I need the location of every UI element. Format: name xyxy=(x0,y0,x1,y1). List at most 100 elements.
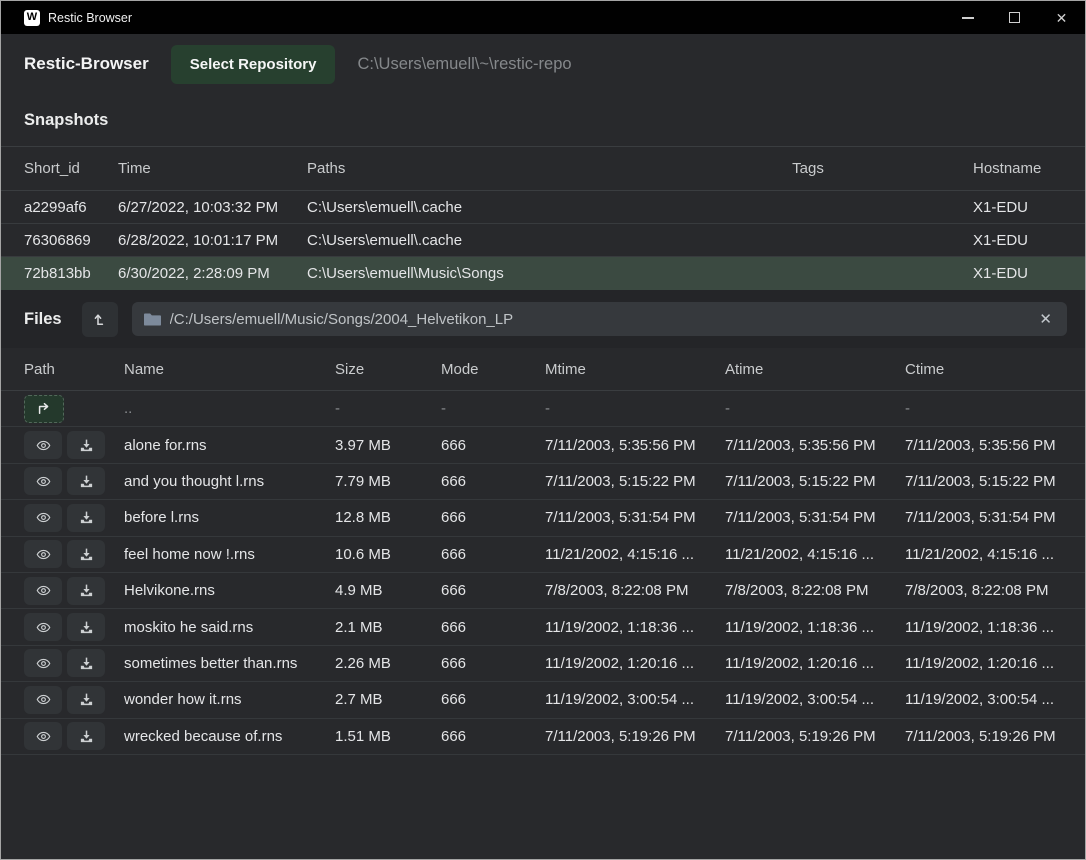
file-size: 1.51 MB xyxy=(335,728,441,745)
go-to-parent-button[interactable] xyxy=(82,302,118,337)
file-mode: - xyxy=(441,400,545,417)
file-row: moskito he said.rns 2.1 MB 666 11/19/200… xyxy=(1,609,1085,645)
download-file-button[interactable] xyxy=(67,467,105,495)
file-size: 3.97 MB xyxy=(335,437,441,454)
download-icon xyxy=(79,656,94,671)
download-file-button[interactable] xyxy=(67,613,105,641)
download-icon xyxy=(79,474,94,489)
column-header-paths: Paths xyxy=(307,160,643,177)
file-ctime: 11/19/2002, 1:20:16 ... xyxy=(905,655,1062,672)
download-file-button[interactable] xyxy=(67,686,105,714)
download-file-button[interactable] xyxy=(67,431,105,459)
column-header-atime: Atime xyxy=(725,361,905,378)
app-window: W Restic Browser ✕ Restic-Browser Select… xyxy=(0,0,1086,860)
eye-icon xyxy=(34,729,53,744)
titlebar: W Restic Browser ✕ xyxy=(1,1,1085,34)
snapshot-short-id: a2299af6 xyxy=(24,199,118,216)
preview-file-button[interactable] xyxy=(24,431,62,459)
preview-file-button[interactable] xyxy=(24,613,62,641)
clear-path-icon[interactable]: ✕ xyxy=(1036,310,1055,328)
column-header-size: Size xyxy=(335,361,441,378)
download-icon xyxy=(79,510,94,525)
preview-file-button[interactable] xyxy=(24,504,62,532)
app-title: Restic-Browser xyxy=(24,54,149,74)
file-size: 2.7 MB xyxy=(335,691,441,708)
minimize-button[interactable] xyxy=(944,1,991,34)
file-name: and you thought l.rns xyxy=(124,473,335,490)
navigate-up-button[interactable] xyxy=(24,395,64,423)
level-up-icon xyxy=(92,311,108,327)
app-header: Restic-Browser Select Repository C:\User… xyxy=(1,34,1085,94)
file-ctime: 11/19/2002, 1:18:36 ... xyxy=(905,619,1062,636)
file-name: wrecked because of.rns xyxy=(124,728,335,745)
file-size: 10.6 MB xyxy=(335,546,441,563)
maximize-button[interactable] xyxy=(991,1,1038,34)
snapshot-hostname: X1-EDU xyxy=(973,265,1062,282)
download-file-button[interactable] xyxy=(67,649,105,677)
file-size: 2.1 MB xyxy=(335,619,441,636)
file-mtime: - xyxy=(545,400,725,417)
snapshot-row[interactable]: 76306869 6/28/2022, 10:01:17 PM C:\Users… xyxy=(1,224,1085,257)
window-title: Restic Browser xyxy=(48,11,132,25)
file-path-bar[interactable]: /C:/Users/emuell/Music/Songs/2004_Helvet… xyxy=(132,302,1067,336)
app-logo-letter: W xyxy=(27,12,37,23)
files-toolbar: Files /C:/Users/emuell/Music/Songs/2004_… xyxy=(1,290,1085,348)
file-ctime: 7/11/2003, 5:35:56 PM xyxy=(905,437,1062,454)
eye-icon xyxy=(34,656,53,671)
file-name: Helvikone.rns xyxy=(124,582,335,599)
snapshots-section-title: Snapshots xyxy=(1,94,1085,146)
column-header-ctime: Ctime xyxy=(905,361,1062,378)
snapshot-time: 6/28/2022, 10:01:17 PM xyxy=(118,232,307,249)
file-name: .. xyxy=(124,400,335,417)
eye-icon xyxy=(34,620,53,635)
file-atime: 11/21/2002, 4:15:16 ... xyxy=(725,546,905,563)
file-size: 4.9 MB xyxy=(335,582,441,599)
file-ctime: 7/8/2003, 8:22:08 PM xyxy=(905,582,1062,599)
column-header-hostname: Hostname xyxy=(973,160,1062,177)
preview-file-button[interactable] xyxy=(24,577,62,605)
download-file-button[interactable] xyxy=(67,722,105,750)
preview-file-button[interactable] xyxy=(24,722,62,750)
download-file-button[interactable] xyxy=(67,577,105,605)
download-file-button[interactable] xyxy=(67,540,105,568)
arrow-up-right-icon xyxy=(36,402,52,415)
snapshot-row-selected[interactable]: 72b813bb 6/30/2022, 2:28:09 PM C:\Users\… xyxy=(1,257,1085,290)
download-icon xyxy=(79,692,94,707)
column-header-time: Time xyxy=(118,160,307,177)
download-icon xyxy=(79,583,94,598)
preview-file-button[interactable] xyxy=(24,540,62,568)
empty-area xyxy=(1,755,1085,859)
snapshot-paths: C:\Users\emuell\.cache xyxy=(307,199,643,216)
file-atime: 11/19/2002, 1:18:36 ... xyxy=(725,619,905,636)
close-icon: ✕ xyxy=(1056,11,1068,25)
download-icon xyxy=(79,547,94,562)
close-button[interactable]: ✕ xyxy=(1038,1,1085,34)
download-file-button[interactable] xyxy=(67,504,105,532)
file-mode: 666 xyxy=(441,582,545,599)
snapshots-table-header: Short_id Time Paths Tags Hostname xyxy=(1,146,1085,191)
file-row: sometimes better than.rns 2.26 MB 666 11… xyxy=(1,646,1085,682)
file-mtime: 11/19/2002, 1:18:36 ... xyxy=(545,619,725,636)
download-icon xyxy=(79,729,94,744)
eye-icon xyxy=(34,474,53,489)
file-mtime: 7/11/2003, 5:15:22 PM xyxy=(545,473,725,490)
column-header-tags: Tags xyxy=(643,160,973,177)
app-logo-icon: W xyxy=(24,10,40,26)
column-header-mtime: Mtime xyxy=(545,361,725,378)
preview-file-button[interactable] xyxy=(24,467,62,495)
file-mode: 666 xyxy=(441,655,545,672)
select-repository-button[interactable]: Select Repository xyxy=(171,45,336,84)
eye-icon xyxy=(34,692,53,707)
file-name: sometimes better than.rns xyxy=(124,655,335,672)
eye-icon xyxy=(34,547,53,562)
preview-file-button[interactable] xyxy=(24,686,62,714)
folder-icon xyxy=(144,312,161,326)
minimize-icon xyxy=(962,17,974,19)
file-ctime: 7/11/2003, 5:15:22 PM xyxy=(905,473,1062,490)
column-header-short-id: Short_id xyxy=(24,160,118,177)
snapshot-row[interactable]: a2299af6 6/27/2022, 10:03:32 PM C:\Users… xyxy=(1,191,1085,224)
file-row: alone for.rns 3.97 MB 666 7/11/2003, 5:3… xyxy=(1,427,1085,463)
file-mtime: 11/19/2002, 1:20:16 ... xyxy=(545,655,725,672)
preview-file-button[interactable] xyxy=(24,649,62,677)
eye-icon xyxy=(34,583,53,598)
